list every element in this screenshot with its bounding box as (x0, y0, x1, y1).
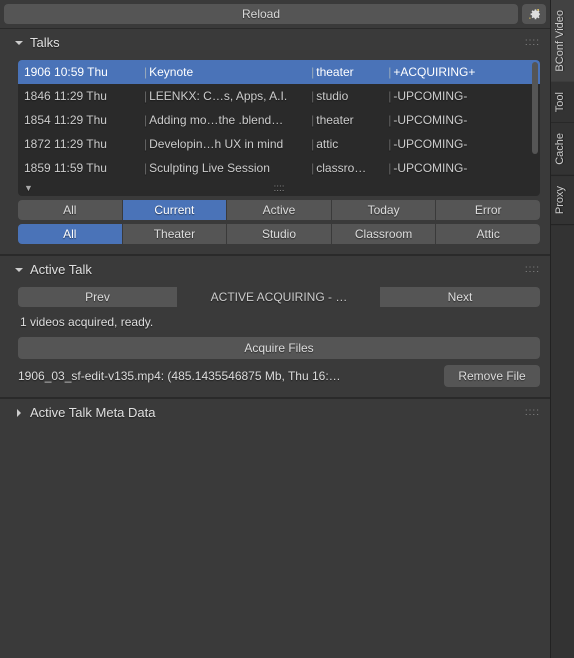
chevron-down-icon (14, 265, 24, 275)
talk-id: 1846 11:29 Thu (24, 89, 142, 103)
chevron-down-icon (14, 38, 24, 48)
talk-status: -UPCOMING- (393, 161, 534, 175)
talk-row[interactable]: 1859 11:59 Thu|Sculpting Live Session|cl… (18, 156, 540, 180)
vtab-proxy[interactable]: Proxy (551, 176, 574, 225)
talk-title: Adding mo…the .blend… (149, 113, 309, 127)
filter-room-studio[interactable]: Studio (227, 224, 332, 244)
filter-row-status: AllCurrentActiveTodayError (18, 200, 540, 220)
talk-row[interactable]: 1872 11:29 Thu|Developin…h UX in mind|at… (18, 132, 540, 156)
filter-room-all[interactable]: All (18, 224, 123, 244)
scrollbar-thumb[interactable] (532, 62, 538, 154)
talk-room: attic (316, 137, 386, 151)
remove-file-button[interactable]: Remove File (444, 365, 540, 387)
active-status-label: ACTIVE ACQUIRING - … (178, 287, 380, 307)
filter-status-current[interactable]: Current (123, 200, 228, 220)
filter-status-today[interactable]: Today (332, 200, 437, 220)
filter-status-error[interactable]: Error (436, 200, 540, 220)
filter-room-theater[interactable]: Theater (123, 224, 228, 244)
filter-room-attic[interactable]: Attic (436, 224, 540, 244)
next-button[interactable]: Next (380, 287, 540, 307)
panel-header-talks[interactable]: Talks :::: (0, 28, 550, 56)
talk-status: +ACQUIRING+ (393, 65, 534, 79)
talk-status: -UPCOMING- (393, 113, 534, 127)
more-rows-indicator[interactable]: ▼:::: (18, 180, 540, 196)
talk-room: classro… (316, 161, 386, 175)
triangle-down-icon: ▼ (24, 183, 33, 193)
panel-header-meta[interactable]: Active Talk Meta Data :::: (0, 398, 550, 426)
file-name-label: 1906_03_sf-edit-v135.mp4: (485.143554687… (18, 369, 438, 383)
talk-room: studio (316, 89, 386, 103)
talk-room: theater (316, 113, 386, 127)
filter-row-room: AllTheaterStudioClassroomAttic (18, 224, 540, 244)
prev-button[interactable]: Prev (18, 287, 178, 307)
chevron-right-icon (14, 408, 24, 418)
filter-status-active[interactable]: Active (227, 200, 332, 220)
filter-room-classroom[interactable]: Classroom (332, 224, 437, 244)
talks-table: 1906 10:59 Thu|Keynote|theater|+ACQUIRIN… (18, 60, 540, 196)
talk-title: Keynote (149, 65, 309, 79)
render-settings-button[interactable] (522, 4, 546, 24)
talk-row[interactable]: 1906 10:59 Thu|Keynote|theater|+ACQUIRIN… (18, 60, 540, 84)
talk-title: Sculpting Live Session (149, 161, 309, 175)
talk-row[interactable]: 1846 11:29 Thu|LEENKX: C…s, Apps, A.I.|s… (18, 84, 540, 108)
panel-title: Talks (30, 35, 60, 50)
talk-id: 1872 11:29 Thu (24, 137, 142, 151)
ready-status-text: 1 videos acquired, ready. (18, 307, 540, 337)
vtab-tool[interactable]: Tool (551, 82, 574, 123)
filter-status-all[interactable]: All (18, 200, 123, 220)
drag-grip-icon[interactable]: :::: (525, 37, 540, 48)
talk-id: 1859 11:59 Thu (24, 161, 142, 175)
talk-id: 1906 10:59 Thu (24, 65, 142, 79)
panel-title: Active Talk (30, 262, 92, 277)
talk-title: Developin…h UX in mind (149, 137, 309, 151)
drag-grip-icon[interactable]: :::: (525, 407, 540, 418)
talk-id: 1854 11:29 Thu (24, 113, 142, 127)
panel-header-active-talk[interactable]: Active Talk :::: (0, 255, 550, 283)
panel-title: Active Talk Meta Data (30, 405, 155, 420)
drag-dots-icon: :::: (18, 183, 540, 194)
vertical-tab-bar: BConf VideoToolCacheProxy (550, 0, 574, 658)
talk-title: LEENKX: C…s, Apps, A.I. (149, 89, 309, 103)
reload-button[interactable]: Reload (4, 4, 518, 24)
scrollbar[interactable] (532, 62, 538, 194)
drag-grip-icon[interactable]: :::: (525, 264, 540, 275)
talk-status: -UPCOMING- (393, 137, 534, 151)
talk-status: -UPCOMING- (393, 89, 534, 103)
talk-room: theater (316, 65, 386, 79)
vtab-cache[interactable]: Cache (551, 123, 574, 176)
gear-sparkle-icon (527, 7, 541, 21)
acquire-files-button[interactable]: Acquire Files (18, 337, 540, 359)
talk-row[interactable]: 1854 11:29 Thu|Adding mo…the .blend…|the… (18, 108, 540, 132)
vtab-bconf-video[interactable]: BConf Video (551, 0, 574, 82)
